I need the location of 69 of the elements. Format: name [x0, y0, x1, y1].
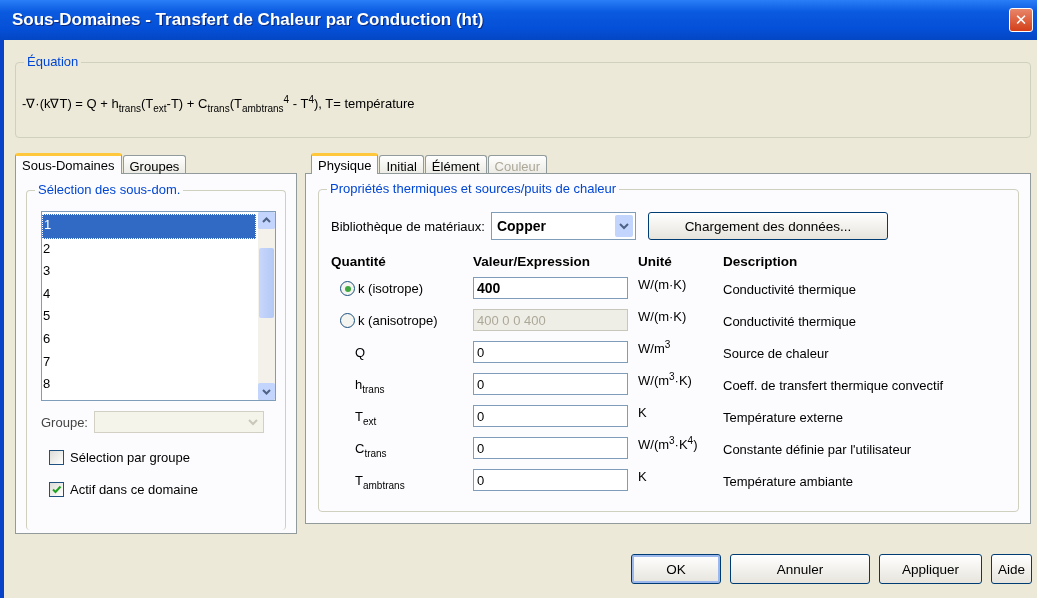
list-item[interactable]: 6 — [42, 328, 258, 352]
list-item[interactable]: 3 — [42, 261, 258, 284]
unit-label: W/(m$^{3}$·K) — [638, 373, 693, 389]
value-field[interactable]: 0 — [473, 469, 628, 491]
column-header: Unité — [638, 254, 673, 269]
description-text: Coeff. de transfert thermique convectif — [723, 377, 945, 393]
quantity-label: k (isotrope) — [358, 281, 424, 296]
scroll-up-icon[interactable] — [258, 212, 275, 229]
column-header: Description — [723, 254, 799, 269]
description-text: Constante définie par l'utilisateur — [723, 441, 913, 457]
value-field[interactable]: 0 — [473, 405, 628, 427]
list-item[interactable]: 2 — [42, 238, 258, 262]
checkbox[interactable] — [49, 449, 64, 465]
group-title: Équation — [24, 54, 82, 69]
checkbox-label: Sélection par groupe — [70, 449, 190, 465]
quantity-label: h$_{trans}$ — [355, 377, 385, 392]
unit-label: W/(m·K) — [638, 309, 688, 325]
value-field[interactable]: 0 — [473, 341, 628, 363]
unit-label: K — [638, 405, 648, 421]
list-item[interactable]: 8 — [42, 374, 258, 397]
description-text: Source de chaleur — [723, 345, 830, 361]
value-field[interactable]: 0 — [473, 437, 628, 459]
quantity-label: T$_{ambtrans}$ — [355, 473, 405, 488]
chevron-down-icon — [614, 215, 633, 237]
scrollbar[interactable] — [258, 212, 275, 400]
group-title: Propriétés thermiques et sources/puits de chaleur — [327, 181, 620, 196]
tab[interactable]: Groupes — [122, 155, 187, 173]
checkbox[interactable] — [49, 481, 64, 497]
quantity-label: T$_{ext}$ — [355, 409, 377, 424]
radio-button[interactable] — [340, 281, 355, 296]
description-text: Conductivité thermique — [723, 281, 857, 297]
value-field[interactable]: 0 — [473, 373, 628, 395]
quantity-label: C$_{trans}$ — [355, 441, 387, 456]
quantity-label: Q — [355, 345, 366, 360]
description-text: Conductivité thermique — [723, 313, 857, 329]
description-text: Température ambiante — [723, 473, 855, 489]
window-title: Sous-Domaines - Transfert de Chaleur par Conduction (ht) — [12, 10, 484, 30]
dialog-button[interactable]: Appliquer — [878, 554, 982, 584]
subdomain-list[interactable]: 1 2 3 4 5 6 7 8 — [41, 211, 276, 401]
library-label: Bibliothèque de matériaux: — [331, 218, 485, 234]
list-item[interactable]: 1 — [42, 214, 256, 239]
dialog-button[interactable]: Aide — [990, 554, 1032, 584]
group-title: Sélection des sous-dom. — [35, 182, 184, 197]
material-dropdown[interactable]: Copper — [490, 212, 636, 240]
tab[interactable]: Initial — [379, 155, 424, 173]
tab[interactable]: Sous-Domaines — [15, 153, 122, 174]
dialog-button[interactable]: Annuler — [729, 554, 870, 584]
scroll-down-icon[interactable] — [258, 383, 275, 400]
equation-text: -∇·(k∇T) = Q + h$_{trans}$(T$_{ext}$-T) + C$_{trans}$(T$_{ambtrans}$$^{4}$ - T$^{4}$), T= température — [22, 95, 415, 111]
dialog-button[interactable]: OK — [630, 554, 721, 584]
list-item[interactable]: 7 — [42, 351, 258, 375]
list-item[interactable]: 4 — [42, 283, 258, 307]
checkbox-label: Actif dans ce domaine — [70, 481, 198, 497]
unit-label: K — [638, 469, 648, 485]
unit-label: W/m$^{3}$ — [638, 341, 672, 357]
chevron-down-icon — [247, 416, 259, 428]
column-header: Valeur/Expression — [473, 254, 592, 269]
list-item[interactable]: 5 — [42, 306, 258, 329]
tab[interactable]: Élément — [424, 155, 487, 173]
group-label: Groupe: — [41, 414, 88, 430]
value-field[interactable]: 400 — [473, 277, 628, 299]
quantity-label: k (anisotrope) — [358, 313, 438, 328]
tab[interactable]: Physique — [311, 153, 379, 174]
unit-label: W/(m$^{3}$·K$^{4}$) — [638, 437, 699, 453]
close-button[interactable]: ✕ — [1009, 8, 1033, 32]
description-text: Température externe — [723, 409, 844, 425]
load-data-button[interactable]: Chargement des données... — [647, 212, 888, 240]
unit-label: W/(m·K) — [638, 277, 688, 293]
column-header: Quantité — [331, 254, 387, 269]
